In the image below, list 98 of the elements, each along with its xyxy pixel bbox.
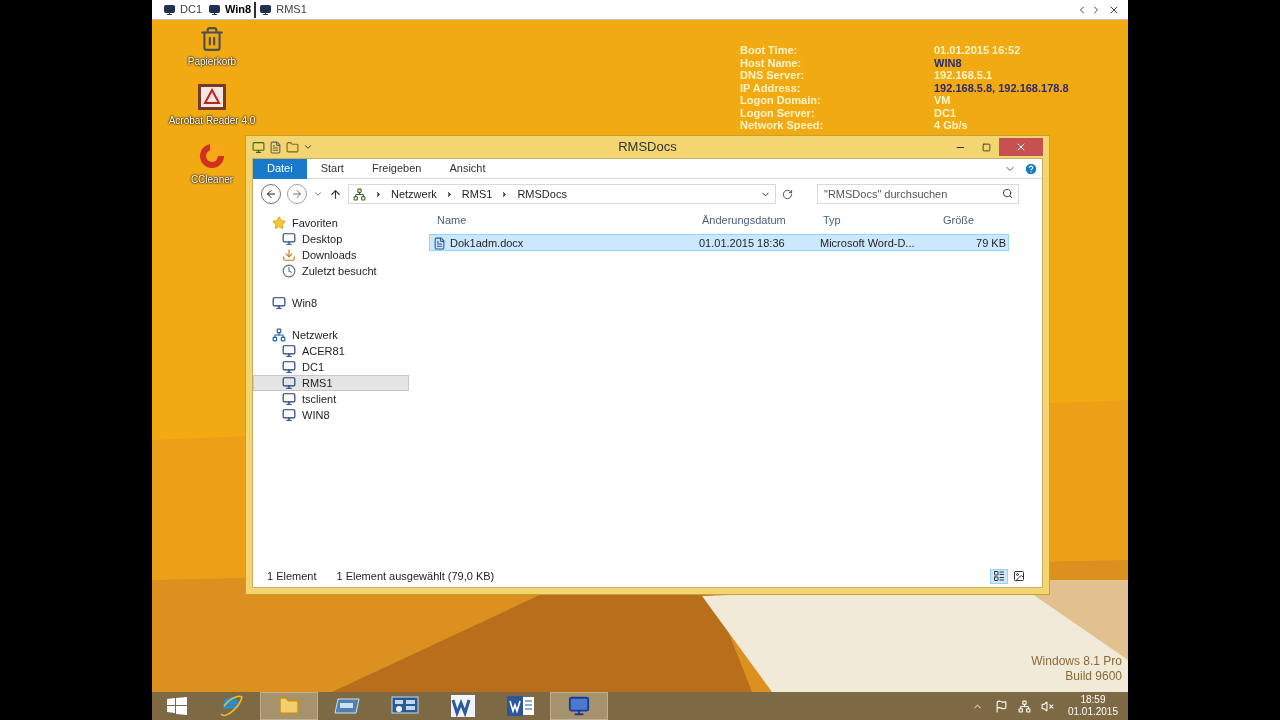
computer-icon [272, 296, 286, 310]
file-name: Dok1adm.docx [450, 236, 524, 251]
back-arrow-icon [265, 188, 277, 200]
clock-icon [282, 264, 296, 278]
refresh-icon[interactable] [782, 188, 793, 200]
info-label: Network Speed: [740, 119, 825, 132]
info-value: 192.168.5.8, 192.168.178.8 [934, 81, 1069, 94]
computer-icon [208, 3, 221, 16]
computer-icon [282, 344, 296, 358]
flag-icon[interactable] [994, 699, 1008, 713]
item-count: 1 Element [267, 568, 317, 584]
column-header[interactable]: Name [433, 212, 698, 230]
info-value: WIN8 [934, 56, 963, 69]
nav-item[interactable]: Downloads [253, 247, 409, 263]
maximize-icon [981, 142, 991, 152]
nav-item[interactable]: Favoriten [253, 215, 409, 231]
info-value: 01.01.2015 16:52 [934, 44, 1022, 57]
recent-locations-icon[interactable] [313, 189, 323, 199]
breadcrumb[interactable]: Netzwerk [391, 185, 437, 203]
computer-icon[interactable] [252, 140, 265, 154]
breadcrumb[interactable]: RMSDocs [517, 185, 567, 203]
ribbon-tab[interactable]: Freigeben [357, 158, 436, 179]
nav-item[interactable]: tsclient [253, 391, 409, 407]
nav-item[interactable]: ACER81 [253, 343, 409, 359]
file-type: Microsoft Word-D... [819, 236, 916, 251]
breadcrumb[interactable]: RMS1 [461, 185, 493, 203]
search-icon [1002, 188, 1013, 199]
new-folder-icon[interactable] [286, 140, 299, 154]
clock[interactable]: 18:59 01.01.2015 [1067, 694, 1118, 718]
remote-desktop-icon [566, 695, 592, 717]
word-icon [506, 695, 536, 717]
address-bar[interactable]: Netzwerk RMS1 RMSDocs [348, 184, 776, 204]
column-header[interactable]: Größe [939, 212, 1014, 230]
view-button[interactable] [990, 568, 1008, 584]
download-icon [282, 248, 296, 262]
star-icon [272, 216, 286, 230]
computer-icon [282, 360, 296, 374]
nav-item[interactable]: DC1 [253, 359, 409, 375]
computer-icon [282, 392, 296, 406]
word-icon [449, 694, 477, 718]
session-tab[interactable]: RMS1 [256, 1, 310, 18]
properties-icon[interactable] [269, 140, 282, 154]
computer-icon [163, 3, 176, 16]
window-title: RMSDocs [617, 138, 678, 157]
info-label: IP Address: [740, 81, 802, 94]
ribbon-tab[interactable]: Start [306, 158, 358, 179]
computer-icon [282, 376, 296, 390]
taskbar-button[interactable] [550, 692, 608, 720]
info-value: DC1 [934, 106, 957, 119]
session-tab[interactable]: Win8 [205, 1, 257, 18]
info-label: DNS Server: [740, 69, 806, 82]
info-value: VM [934, 94, 952, 107]
computer-icon [259, 3, 273, 16]
monitor-icon [282, 232, 296, 246]
network-icon[interactable] [1017, 699, 1031, 713]
help-icon[interactable] [1024, 161, 1038, 176]
preview-view-icon [1013, 570, 1025, 582]
info-label: Logon Server: [740, 106, 816, 119]
close-icon [1015, 141, 1027, 153]
folder-icon [277, 695, 301, 717]
ribbon-tab[interactable]: Ansicht [435, 158, 500, 179]
separator-arrow-icon[interactable] [374, 189, 383, 199]
file-date: 01.01.2015 18:36 [698, 236, 786, 251]
nav-item[interactable]: WIN8 [253, 407, 409, 423]
ribbon-tab[interactable]: Datei [253, 158, 307, 179]
nav-item[interactable]: Win8 [253, 295, 409, 311]
network-icon [353, 187, 366, 201]
caret-icon[interactable] [303, 142, 313, 152]
nav-item[interactable]: Desktop [253, 231, 409, 247]
session-tab[interactable]: DC1 [160, 1, 205, 18]
info-value: 192.168.5.1 [934, 69, 994, 82]
edition-watermark: Windows 8.1 Pro [1031, 654, 1122, 669]
network-icon [272, 328, 286, 342]
column-header[interactable]: Typ [819, 212, 939, 230]
info-value: 4 Gb/s [934, 119, 969, 132]
column-header[interactable]: Änderungsdatum [698, 212, 819, 230]
info-label: Host Name: [740, 56, 803, 69]
nav-item[interactable]: Zuletzt besucht [253, 263, 409, 279]
window-icon [334, 697, 360, 715]
file-size: 79 KB [975, 236, 1007, 251]
info-label: Logon Domain: [740, 94, 822, 107]
selection-info: 1 Element ausgewählt (79,0 KB) [336, 568, 495, 584]
nav-item[interactable]: RMS1 [253, 375, 409, 391]
speaker-muted-icon[interactable] [1040, 699, 1054, 713]
search-field[interactable]: "RMSDocs" durchsuchen [817, 184, 1019, 204]
edition-watermark: Build 9600 [1065, 669, 1122, 684]
document-icon [433, 236, 446, 250]
details-view-icon [993, 570, 1005, 582]
nav-item[interactable]: Netzwerk [253, 327, 409, 343]
computer-icon [282, 408, 296, 422]
browser-icon [218, 694, 244, 718]
info-label: Boot Time: [740, 44, 799, 57]
document-icon [197, 83, 227, 111]
forward-arrow-icon [291, 188, 303, 200]
file-row[interactable]: Dok1adm.docx 01.01.2015 18:36 Microsoft Word-D... 79 KB [429, 234, 1009, 251]
recycle-bin-icon [199, 26, 225, 52]
up-icon[interactable] [329, 187, 342, 201]
windows-logo-icon [167, 697, 187, 715]
